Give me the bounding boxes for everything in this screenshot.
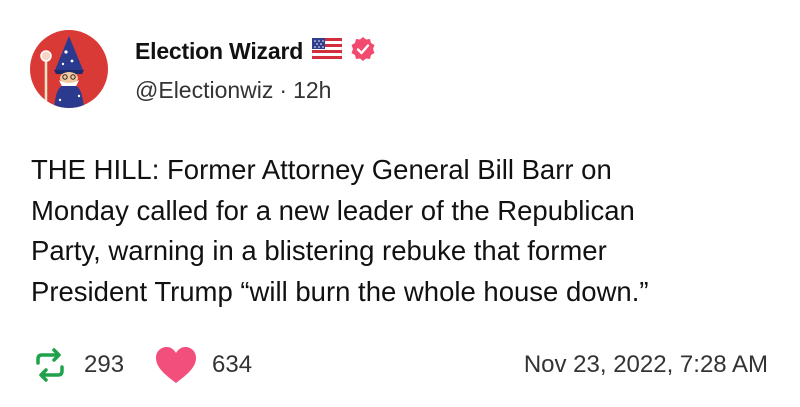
name-row: Election Wizard [135,36,376,66]
handle[interactable]: @Electionwiz [135,77,273,104]
retweet-icon [30,345,70,385]
time-ago[interactable]: 12h [293,77,331,104]
like-button[interactable]: 634 [154,345,252,385]
tweet-header: Election Wizard @Electionwiz · 12h [135,36,376,104]
tweet-actions: 293 634 Nov 23, 2022, 7:28 AM [30,343,770,387]
retweet-count: 293 [84,351,125,378]
tweet-line: THE HILL: Former Attorney General Bill B… [31,154,612,185]
retweet-button[interactable]: 293 [30,345,124,385]
tweet-line: Party, warning in a blistering rebuke th… [31,235,607,266]
us-flag-icon [311,37,343,64]
heart-icon [154,345,198,385]
tweet-line: Monday called for a new leader of the Re… [31,194,635,226]
like-count: 634 [212,351,253,378]
handle-row: @Electionwiz · 12h [135,77,376,104]
wizard-avatar-icon [40,36,84,108]
tweet-text: THE HILL: Former Attorney General Bill B… [31,150,771,312]
avatar[interactable] [30,30,108,108]
timestamp[interactable]: Nov 23, 2022, 7:28 AM [524,351,768,379]
tweet-line: President Trump “will burn the whole hou… [31,275,649,307]
verified-badge-icon [350,36,376,67]
display-name[interactable]: Election Wizard [135,38,303,65]
separator: · [279,77,288,103]
tweet-card: Election Wizard @Electionwiz · 12h THE H… [0,0,800,407]
